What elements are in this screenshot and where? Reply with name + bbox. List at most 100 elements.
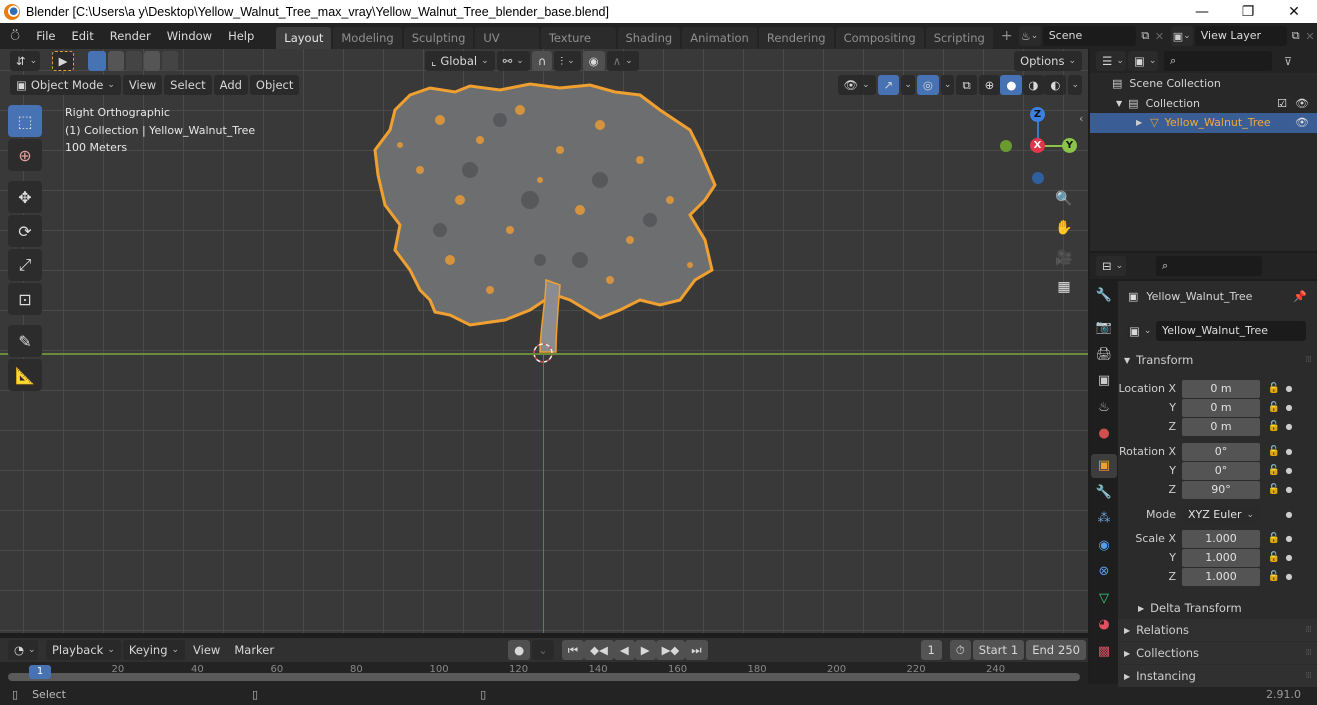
marker-menu[interactable]: Marker	[228, 640, 280, 660]
gizmo-neg-y-axis[interactable]	[1000, 140, 1012, 152]
outliner-item-yellow-walnut-tree[interactable]: ▶ ▽ Yellow_Walnut_Tree 👁	[1090, 113, 1317, 133]
keyframe-dot[interactable]: ●	[1284, 422, 1294, 431]
tab-shading[interactable]: Shading	[617, 27, 681, 49]
view-layer-field[interactable]: View Layer	[1194, 26, 1287, 46]
outliner-editor-type-button[interactable]: ☰ ⌄	[1096, 51, 1126, 71]
lock-icon[interactable]: 🔓	[1264, 446, 1284, 457]
timeline-scrollbar[interactable]	[8, 673, 1080, 681]
gizmo-x-axis[interactable]: X	[1030, 138, 1045, 153]
particles-tab[interactable]: ⁂	[1091, 507, 1117, 531]
keyframe-dot[interactable]: ●	[1284, 510, 1294, 519]
play-reverse-button[interactable]: ◀	[613, 640, 635, 660]
menu-file[interactable]: File	[28, 23, 63, 49]
gizmo-dropdown[interactable]: ⌄	[901, 75, 915, 95]
location-y-field[interactable]: 0 m	[1182, 398, 1260, 417]
pan-view-button[interactable]: ✋	[1052, 216, 1076, 240]
menu-view[interactable]: View	[122, 75, 163, 95]
timeline-view-menu[interactable]: View	[187, 640, 226, 660]
scale-x-field[interactable]: 1.000	[1182, 529, 1260, 548]
tab-animation[interactable]: Animation	[682, 27, 757, 49]
tab-modeling[interactable]: Modeling	[333, 27, 402, 49]
tab-uv-editing[interactable]: UV Editing	[475, 27, 539, 67]
tool-tab[interactable]: 🔧	[1091, 284, 1117, 308]
lock-icon[interactable]: 🔓	[1264, 465, 1284, 476]
shading-solid[interactable]: ●	[1000, 75, 1023, 95]
object-tab[interactable]: ▣	[1091, 453, 1117, 478]
overlay-toggle[interactable]: ◎	[916, 75, 939, 95]
keyframe-dot[interactable]: ●	[1284, 384, 1294, 393]
proportional-falloff-dropdown[interactable]: ∧ ⌄	[606, 51, 639, 71]
keying-menu[interactable]: Keying ⌄	[122, 640, 186, 660]
shading-material[interactable]: ◑	[1022, 75, 1045, 95]
outliner-item-scene-collection[interactable]: ▤ Scene Collection	[1090, 74, 1317, 94]
new-scene-icon[interactable]: ⧉	[1138, 26, 1152, 46]
delete-view-layer-icon[interactable]: ✕	[1303, 26, 1317, 46]
physics-tab[interactable]: ◉	[1091, 533, 1117, 557]
texture-tab[interactable]: ▩	[1091, 639, 1117, 663]
keyframe-dot[interactable]: ●	[1284, 466, 1294, 475]
delete-scene-icon[interactable]: ✕	[1152, 26, 1166, 46]
tab-compositing[interactable]: Compositing	[835, 27, 924, 49]
tab-texture-paint[interactable]: Texture Paint	[540, 27, 616, 67]
sidebar-toggle-icon[interactable]: ‹	[1079, 112, 1083, 125]
restore-button[interactable]: ❐	[1225, 4, 1271, 20]
tab-rendering[interactable]: Rendering	[758, 27, 834, 49]
keyframe-dot[interactable]: ●	[1284, 485, 1294, 494]
next-keyframe-button[interactable]: ▶◆	[655, 640, 686, 660]
select-mode-new-button[interactable]	[88, 51, 106, 71]
menu-add[interactable]: Add	[213, 75, 248, 95]
options-dropdown[interactable]: Options ⌄	[1014, 51, 1082, 71]
lock-icon[interactable]: 🔓	[1264, 383, 1284, 394]
expand-arrow-icon[interactable]: ▼	[1116, 99, 1122, 108]
tab-sculpting[interactable]: Sculpting	[403, 27, 474, 49]
lock-icon[interactable]: 🔓	[1264, 571, 1284, 582]
select-mode-extend-button[interactable]	[108, 51, 124, 71]
visibility-dropdown[interactable]: 👁 ⌄	[837, 75, 876, 95]
select-mode-intersect-button[interactable]	[162, 51, 178, 71]
auto-keying-toggle[interactable]: ●	[508, 640, 531, 660]
modifier-tab[interactable]: 🔧	[1091, 480, 1117, 504]
overlay-dropdown[interactable]: ⌄	[940, 75, 955, 95]
constraints-tab[interactable]: ⊗	[1091, 560, 1117, 584]
rotation-mode-dropdown[interactable]: XYZ Euler ⌄	[1182, 505, 1260, 524]
keyframe-dot[interactable]: ●	[1284, 403, 1294, 412]
object-name-field[interactable]: Yellow_Walnut_Tree	[1156, 320, 1306, 341]
render-tab[interactable]: 📷	[1091, 316, 1117, 340]
transform-panel-header[interactable]: ▼ Transform ⁞⁞⁞	[1118, 349, 1317, 371]
transform-tool[interactable]: ⊡	[8, 283, 42, 315]
playback-menu[interactable]: Playback ⌄	[46, 640, 121, 660]
zoom-view-button[interactable]: 🔍	[1052, 187, 1076, 211]
menu-help[interactable]: Help	[220, 23, 262, 49]
exclude-checkbox[interactable]: ☑	[1277, 97, 1287, 110]
outliner-item-collection[interactable]: ▼ ▤ Collection ☑ 👁	[1090, 94, 1317, 114]
annotate-tool[interactable]: ✎	[8, 325, 42, 357]
visibility-eye-icon[interactable]: 👁	[1295, 116, 1309, 129]
rotation-y-field[interactable]: 0°	[1182, 461, 1260, 480]
jump-end-button[interactable]: ⏭	[685, 640, 708, 660]
measure-tool[interactable]: 📐	[8, 359, 42, 391]
select-box-tool[interactable]: ⬚	[8, 105, 42, 137]
tab-layout[interactable]: Layout	[276, 27, 332, 49]
move-tool[interactable]: ✥	[8, 181, 42, 213]
material-tab[interactable]: ◕	[1091, 613, 1117, 637]
mode-dropdown[interactable]: ▣ Object Mode ⌄	[10, 75, 121, 95]
editor-type-button[interactable]: ⇵ ⌄	[10, 51, 40, 71]
filter-icon[interactable]: ⊽	[1284, 55, 1292, 68]
location-z-field[interactable]: 0 m	[1182, 417, 1260, 436]
proportional-edit-toggle[interactable]: ◉	[582, 51, 605, 71]
collections-panel[interactable]: ▶ Collections ⁞⁞⁞	[1118, 642, 1317, 664]
select-mode-subtract-button[interactable]	[126, 51, 142, 71]
add-workspace-button[interactable]: +	[1001, 28, 1013, 44]
view-layer-tab[interactable]: ▣	[1091, 369, 1117, 393]
current-frame-field[interactable]: 1	[920, 640, 942, 660]
properties-editor-type-button[interactable]: ⊟ ⌄	[1096, 256, 1126, 276]
menu-render[interactable]: Render	[102, 23, 159, 49]
snap-target-dropdown[interactable]: ⫶ ⌄	[554, 51, 581, 71]
relations-panel[interactable]: ▶ Relations ⁞⁞⁞	[1118, 619, 1317, 641]
outliner-search-input[interactable]: ⌕	[1164, 51, 1272, 71]
pivot-point-dropdown[interactable]: ⚯ ⌄	[496, 51, 530, 71]
menu-select[interactable]: Select	[164, 75, 212, 95]
gizmo-z-axis[interactable]: Z	[1030, 107, 1045, 122]
shading-rendered[interactable]: ◐	[1044, 75, 1067, 95]
keyframe-dot[interactable]: ●	[1284, 572, 1294, 581]
